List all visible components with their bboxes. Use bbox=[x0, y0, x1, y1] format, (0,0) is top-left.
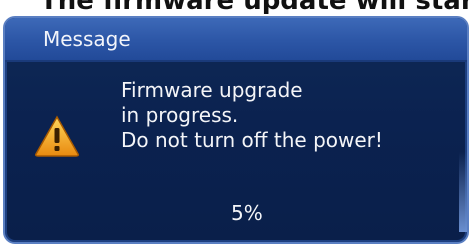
dialog-titlebar: Message bbox=[5, 18, 467, 62]
caption-text: The firmware update will start au bbox=[40, 0, 476, 14]
dialog-edge-highlight bbox=[459, 152, 467, 232]
message-line: Do not turn off the power! bbox=[121, 128, 383, 152]
message-line: Firmware upgrade bbox=[121, 78, 303, 102]
dialog-message: Firmware upgrade in progress. Do not tur… bbox=[121, 78, 383, 153]
dialog-title: Message bbox=[43, 27, 131, 51]
message-line: in progress. bbox=[121, 103, 239, 127]
warning-icon bbox=[34, 115, 80, 157]
screen: The firmware update will start au Messag… bbox=[0, 0, 476, 252]
message-dialog: Message Firmware upgrade in progress. Do… bbox=[3, 16, 469, 244]
progress-percent: 5% bbox=[231, 201, 263, 225]
